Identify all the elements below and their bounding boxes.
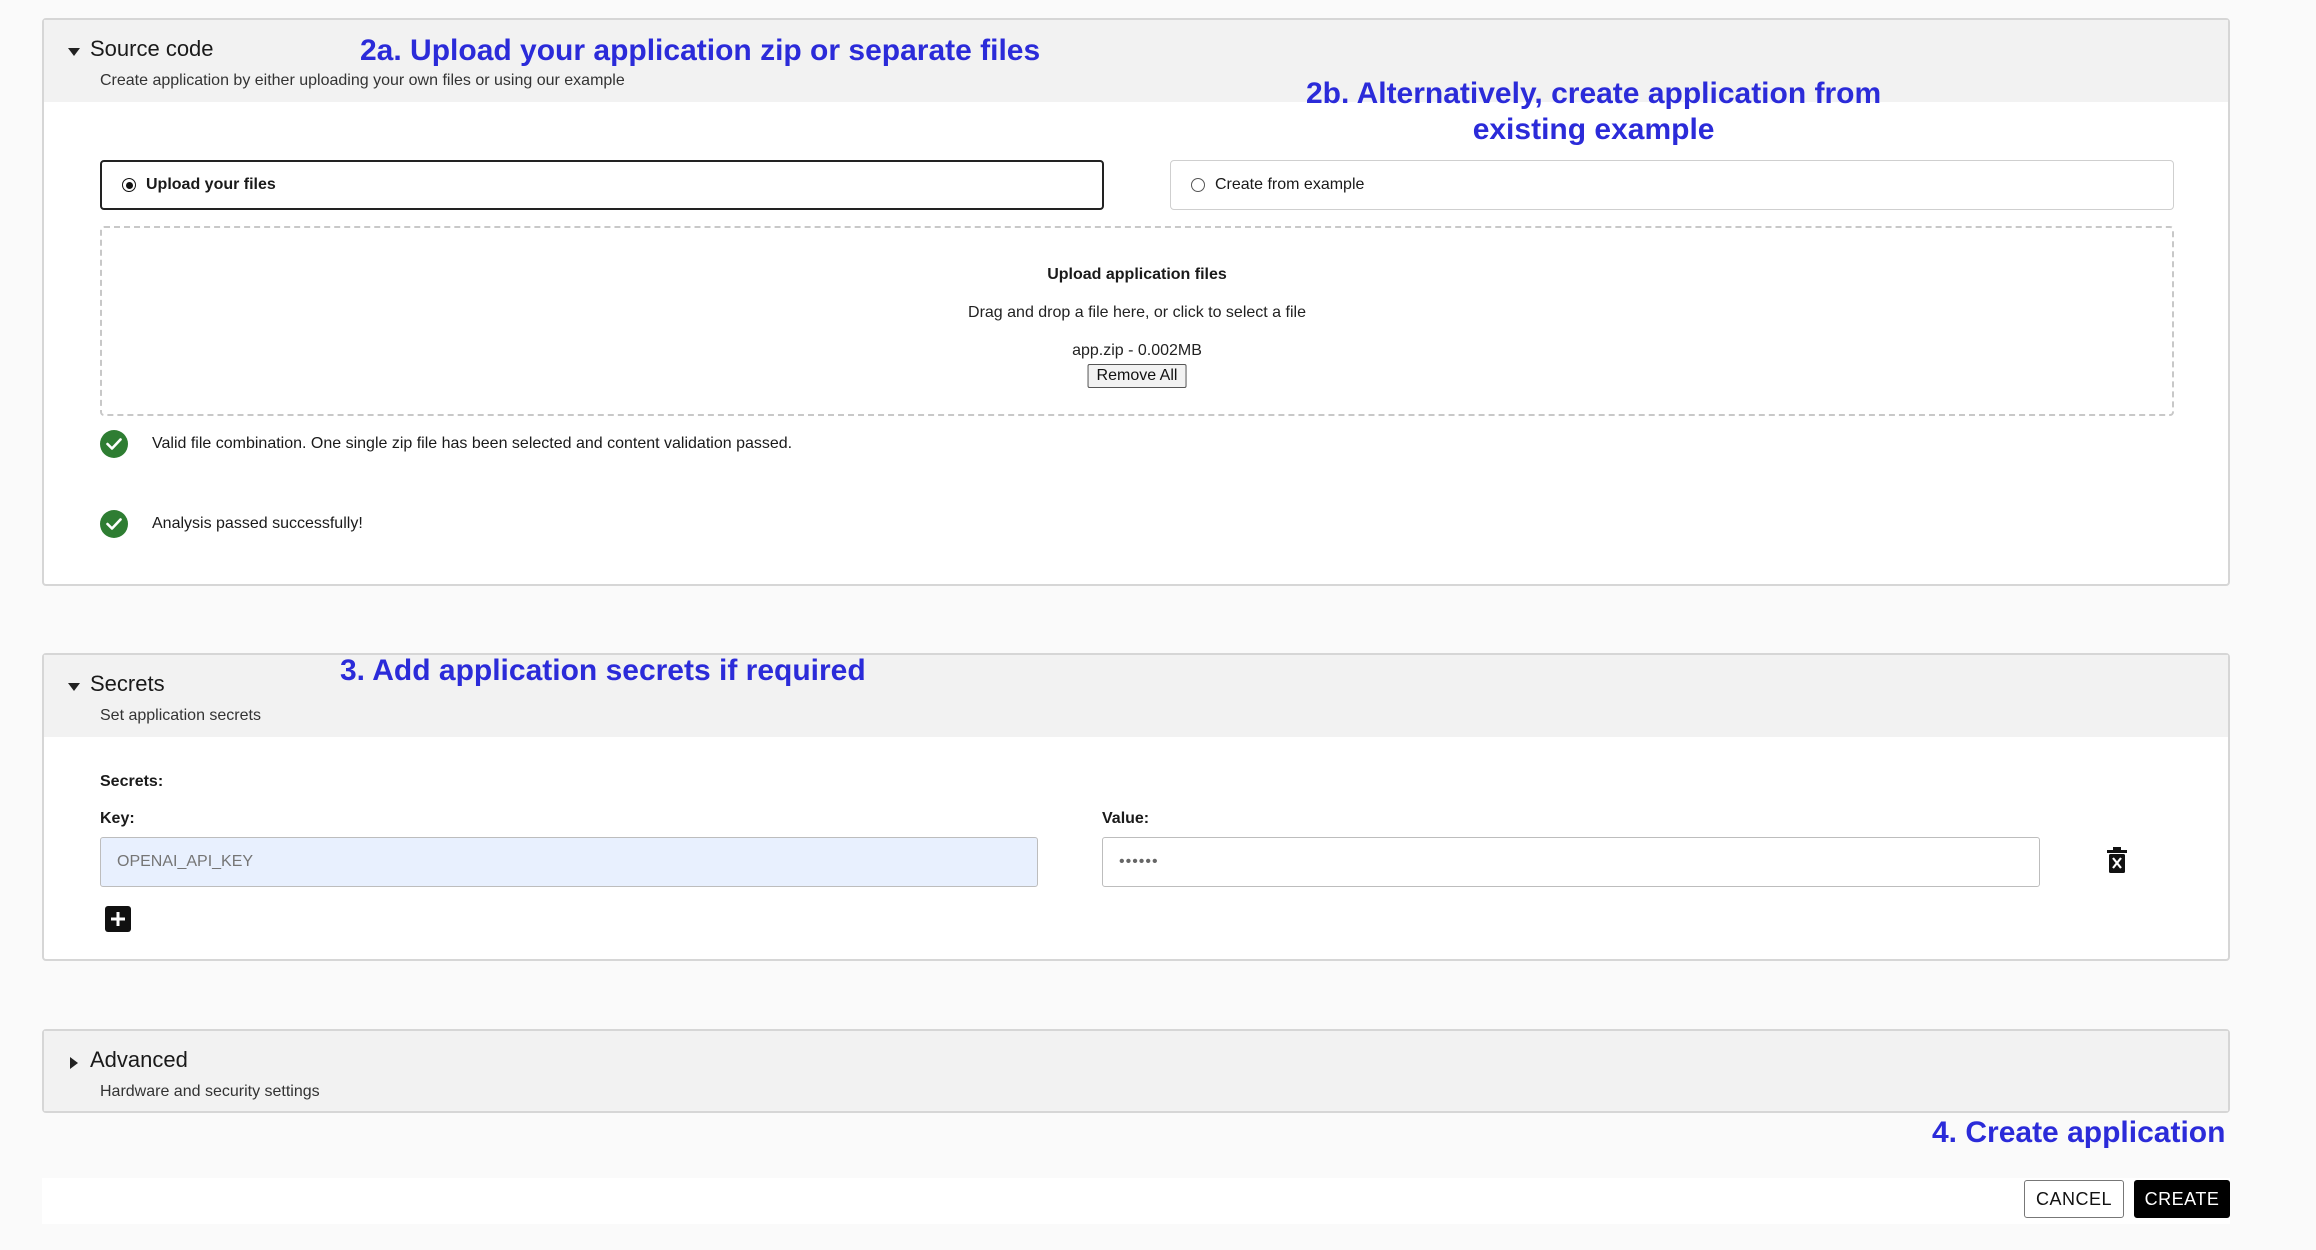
check-circle-icon [100,510,128,538]
validation-status: Valid file combination. One single zip f… [100,430,792,458]
secrets-subtitle: Set application secrets [100,707,261,724]
uploaded-file-info: app.zip - 0.002MB [1072,342,1202,359]
caret-down-icon[interactable] [64,42,84,62]
secret-value-masked: •••••• [1119,853,1159,870]
analysis-status: Analysis passed successfully! [100,510,363,538]
check-circle-icon [100,430,128,458]
caret-down-icon[interactable] [64,677,84,697]
advanced-header[interactable]: Advanced Hardware and security settings [44,1031,2228,1111]
value-label: Value: [1102,810,1150,827]
source-code-subtitle: Create application by either uploading y… [100,72,625,89]
key-label: Key: [100,810,135,827]
remove-all-button[interactable]: Remove All [1087,364,1187,388]
dropzone-title: Upload application files [1047,266,1227,283]
annotation-step-2b-line1: 2b. Alternatively, create application fr… [1306,77,1882,110]
dropzone-hint: Drag and drop a file here, or click to s… [968,304,1306,321]
annotation-step-2b: 2b. Alternatively, create application fr… [1306,76,1881,148]
create-button[interactable]: CREATE [2134,1180,2230,1218]
cancel-button[interactable]: CANCEL [2024,1180,2124,1218]
advanced-title: Advanced [90,1047,188,1072]
secrets-panel: Secrets Set application secrets Secrets:… [42,653,2230,961]
source-code-title: Source code [90,36,214,61]
secrets-section-label: Secrets: [100,773,164,790]
advanced-subtitle: Hardware and security settings [100,1083,320,1100]
radio-selected-icon[interactable] [122,178,136,192]
radio-unselected-icon[interactable] [1191,178,1205,192]
annotation-step-3: 3. Add application secrets if required [340,654,866,687]
secret-value-input[interactable]: •••••• [1102,837,2040,887]
create-from-example-label: Create from example [1215,176,1365,193]
caret-right-icon[interactable] [64,1053,84,1073]
footer-bar [42,1178,2230,1224]
secrets-title: Secrets [90,671,165,696]
delete-secret-icon[interactable] [2104,845,2130,875]
file-dropzone[interactable]: Upload application files Drag and drop a… [100,226,2174,416]
source-code-panel: Source code Create application by either… [42,18,2230,586]
create-from-example-option[interactable]: Create from example [1170,160,2174,210]
analysis-status-text: Analysis passed successfully! [152,515,363,532]
upload-files-option[interactable]: Upload your files [100,160,1104,210]
validation-status-text: Valid file combination. One single zip f… [152,435,793,452]
secret-key-input[interactable] [100,837,1038,887]
annotation-step-2b-line2: existing example [1472,113,1715,146]
annotation-step-4: 4. Create application [1932,1116,2226,1149]
annotation-step-2a: 2a. Upload your application zip or separ… [360,34,1041,67]
advanced-panel: Advanced Hardware and security settings [42,1029,2230,1113]
upload-files-label: Upload your files [146,176,276,193]
add-secret-icon[interactable] [104,905,132,933]
